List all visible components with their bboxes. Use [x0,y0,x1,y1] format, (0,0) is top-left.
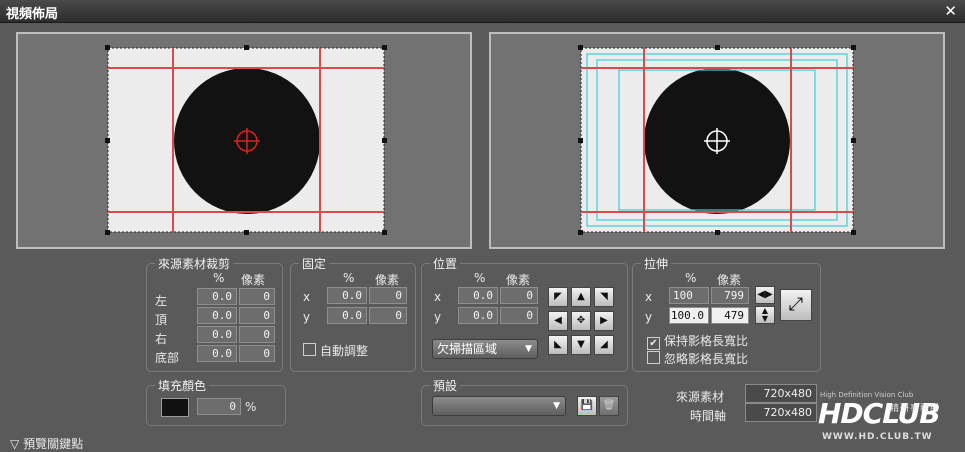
chevron-down-icon: ▼ [525,344,532,354]
scan-area-dropdown[interactable]: 欠掃描區域 ▼ [432,339,538,359]
fill-color-group: 填充顏色 0 % [146,377,286,426]
arrow-up-left-icon[interactable]: ◤ [548,287,568,307]
position-col-px: 像素 [506,273,531,287]
arrow-up-icon[interactable]: ▲ [571,287,591,307]
arrow-down-right-icon[interactable]: ◢ [594,335,614,355]
keypoint-label: 預覽關鍵點 [23,437,84,451]
preset-group: 預設 ▼ 💾 🗑 [421,377,628,426]
save-preset-icon[interactable]: 💾 [577,396,597,416]
crop-left-px[interactable]: 0 [239,288,275,305]
keypoint-expander[interactable]: ▽ 預覽關鍵點 [10,435,83,452]
watermark-sub: 精研事務所 [890,404,941,414]
crop-col-pct: % [213,271,225,285]
crop-left-pct[interactable]: 0.0 [197,288,237,305]
position-group: 位置 % 像素 x 0.0 0 y 0.0 0 欠掃描區域 ▼ ◤ ▲ ◥ ◀ ✥… [421,255,628,372]
delete-preset-icon[interactable]: 🗑 [599,396,619,416]
fixed-x-pct[interactable]: 0.0 [327,287,367,304]
expand-arrow-icon: ▽ [10,437,20,451]
source-resolution: 720x480 [745,384,817,403]
crop-col-px: 像素 [241,273,266,287]
fill-color-title: 填充顏色 [155,377,210,394]
fixed-x-px[interactable]: 0 [369,287,407,304]
position-x-px[interactable]: 0 [500,287,538,304]
fixed-group: 固定 % 像素 x 0.0 0 y 0.0 0 自動調整 [290,255,416,372]
crop-top-pct[interactable]: 0.0 [197,307,237,324]
fixed-x-label: x [303,290,311,304]
fixed-y-px[interactable]: 0 [369,307,407,324]
crop-right-label: 右 [155,332,168,346]
scan-area-value: 欠掃描區域 [437,342,498,356]
checkmark-icon: ✔ [647,337,660,350]
stretch-group: 拉伸 % 像素 x 100 799 y 100.0 479 ◀▶ ▲ ▼ ⤢ ✔ 保… [632,255,821,372]
stretch-x-pct[interactable]: 100 [669,287,709,304]
ignore-aspect-label: 忽略影格長寬比 [664,352,749,366]
crop-group: 來源素材裁剪 % 像素 左 0.0 0 頂 0.0 0 右 0.0 0 底部 0… [146,255,283,372]
stretch-x-px[interactable]: 799 [711,287,749,304]
fit-to-frame-icon[interactable]: ⤢ [780,289,812,321]
title-bar: 視頻佈局 ✕ [0,0,965,23]
auto-adjust-checkbox[interactable]: 自動調整 [303,342,368,359]
position-x-pct[interactable]: 0.0 [458,287,498,304]
stretch-y-label: y [645,310,653,324]
stretch-y-px[interactable]: 479 [711,307,749,324]
source-preview[interactable] [16,32,472,249]
timeline-resolution: 720x480 [745,403,817,422]
crop-bottom-label: 底部 [155,351,180,365]
crop-right-px[interactable]: 0 [239,326,275,343]
keep-aspect-checkbox[interactable]: ✔ 保持影格長寬比 [647,332,748,350]
watermark-url: WWW.HD.CLUB.TW [822,432,933,442]
stretch-col-pct: % [685,271,697,285]
window-title: 視頻佈局 [6,7,59,22]
checkbox-box [303,343,316,356]
fill-color-swatch[interactable] [161,398,189,417]
source-preview-canvas [105,45,387,235]
keep-aspect-label: 保持影格長寬比 [664,334,749,348]
arrow-left-icon[interactable]: ◀ [548,311,568,331]
checkbox-box [647,351,660,364]
stretch-y-pct[interactable]: 100.0 [669,307,709,324]
stretch-x-label: x [645,290,653,304]
fixed-y-label: y [303,310,311,324]
fixed-y-pct[interactable]: 0.0 [327,307,367,324]
position-col-pct: % [474,271,486,285]
crop-top-px[interactable]: 0 [239,307,275,324]
crop-bottom-px[interactable]: 0 [239,345,275,362]
arrow-up-right-icon[interactable]: ◥ [594,287,614,307]
stretch-title: 拉伸 [641,255,672,272]
fixed-col-px: 像素 [375,273,400,287]
fill-opacity-input[interactable]: 0 [197,398,241,415]
crop-bottom-pct[interactable]: 0.0 [197,345,237,362]
timeline-preview-canvas [578,45,856,235]
close-icon[interactable]: ✕ [944,2,957,20]
arrow-down-left-icon[interactable]: ◣ [548,335,568,355]
crop-top-label: 頂 [155,313,168,327]
position-x-label: x [434,290,442,304]
arrow-right-icon[interactable]: ▶ [594,311,614,331]
hdclub-watermark: High Definition Vision Club HDCLUB 精研事務所… [818,391,964,445]
crop-title: 來源素材裁剪 [155,255,234,272]
preset-dropdown[interactable]: ▼ [432,396,566,416]
chevron-down-icon: ▼ [553,401,560,411]
position-y-px[interactable]: 0 [500,307,538,324]
timeline-preview[interactable] [489,32,945,249]
fixed-col-pct: % [343,271,355,285]
stretch-col-px: 像素 [717,273,742,287]
stretch-vertical-icon[interactable]: ▲ ▼ [755,306,775,324]
position-y-label: y [434,310,442,324]
stretch-horizontal-icon[interactable]: ◀▶ [755,286,775,304]
preset-title: 預設 [430,377,461,394]
timeline-label: 時間軸 [690,409,727,423]
auto-adjust-label: 自動調整 [320,344,369,358]
arrow-down-icon[interactable]: ▼ [571,335,591,355]
crop-left-label: 左 [155,294,168,308]
position-y-pct[interactable]: 0.0 [458,307,498,324]
fixed-title: 固定 [299,255,330,272]
center-icon[interactable]: ✥ [571,311,591,331]
ignore-aspect-checkbox[interactable]: 忽略影格長寬比 [647,350,748,367]
fill-opacity-unit: % [245,400,257,414]
position-title: 位置 [430,255,461,272]
crop-right-pct[interactable]: 0.0 [197,326,237,343]
source-label: 來源素材 [676,390,725,404]
